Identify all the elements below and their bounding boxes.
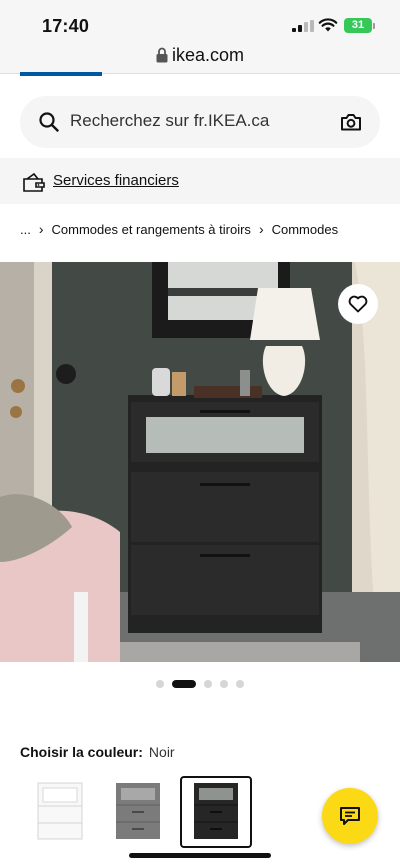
financial-services-link[interactable]: Services financiers	[53, 172, 179, 189]
ikea-logo[interactable]	[20, 72, 102, 76]
camera-icon[interactable]	[340, 111, 362, 133]
search-icon	[39, 112, 59, 132]
breadcrumb-ellipsis[interactable]: ...	[20, 222, 31, 237]
selected-color-value: Noir	[148, 744, 175, 760]
carousel-dot[interactable]	[204, 680, 212, 688]
breadcrumb-item-dressers-storage[interactable]: Commodes et rangements à tiroirs	[52, 222, 251, 237]
product-image[interactable]	[0, 262, 400, 662]
chat-button[interactable]	[322, 788, 378, 844]
white-dresser-thumbnail	[37, 782, 83, 840]
product-photo	[0, 262, 400, 662]
carousel-dot[interactable]	[156, 680, 164, 688]
search-input[interactable]: Recherchez sur fr.IKEA.ca	[70, 111, 269, 131]
battery-indicator: 31	[344, 18, 372, 33]
color-choice-title: Choisir la couleur:	[20, 744, 143, 760]
status-bar: 17:40 31	[0, 0, 400, 44]
carousel-dot[interactable]	[220, 680, 228, 688]
url-text: ikea.com	[172, 45, 245, 65]
chat-icon	[340, 807, 360, 825]
carousel-pagination	[0, 680, 400, 688]
battery-cap	[373, 23, 375, 29]
color-swatch-gray[interactable]	[102, 776, 174, 848]
carousel-dot-active[interactable]	[172, 680, 196, 688]
breadcrumb: ... › Commodes et rangements à tiroirs ›…	[20, 221, 338, 237]
lock-icon	[156, 47, 168, 63]
gray-dresser-thumbnail	[116, 783, 160, 839]
status-time: 17:40	[42, 16, 90, 36]
cell-signal-icon	[292, 20, 314, 32]
color-choice-label: Choisir la couleur: Noir	[20, 744, 175, 760]
wifi-icon	[318, 18, 338, 32]
heart-icon	[348, 295, 368, 313]
black-dresser-thumbnail	[194, 783, 238, 839]
favorite-button[interactable]	[338, 284, 378, 324]
wallet-icon	[23, 172, 45, 192]
color-swatch-white[interactable]	[24, 776, 96, 848]
address-bar[interactable]: ikea.com	[0, 44, 400, 74]
financial-services-banner[interactable]: Services financiers	[0, 158, 400, 204]
chevron-right-icon: ›	[38, 221, 44, 237]
search-bar[interactable]: Recherchez sur fr.IKEA.ca	[20, 96, 380, 148]
breadcrumb-item-dressers[interactable]: Commodes	[272, 222, 338, 237]
carousel-dot[interactable]	[236, 680, 244, 688]
chevron-right-icon: ›	[258, 221, 264, 237]
home-indicator[interactable]	[129, 853, 271, 858]
color-swatch-black[interactable]	[180, 776, 252, 848]
